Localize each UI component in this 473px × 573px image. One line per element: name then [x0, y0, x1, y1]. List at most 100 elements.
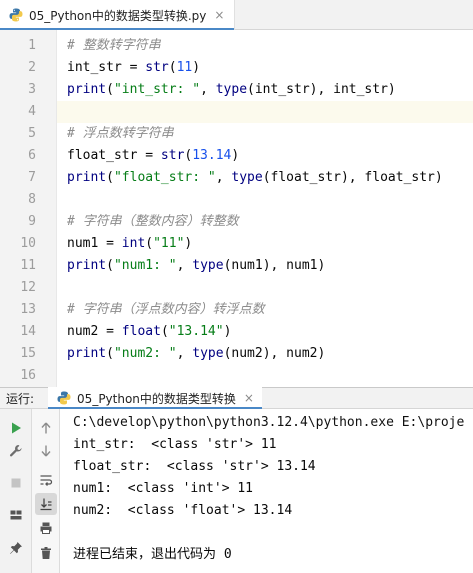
soft-wrap-icon[interactable]: [35, 469, 57, 491]
code-token: num1 =: [67, 236, 122, 251]
python-file-icon: [8, 7, 24, 23]
code-line-text: # 字符串（整数内容）转整数: [67, 211, 239, 233]
console-command-line: C:\develop\python\python3.12.4\python.ex…: [73, 415, 465, 430]
code-token: ): [184, 236, 193, 251]
code-token: ,: [176, 258, 193, 273]
line-number: 5: [28, 126, 36, 141]
code-line-text: float_str = str(13.14): [67, 145, 239, 167]
wrench-icon[interactable]: [5, 440, 27, 462]
code-token: # 字符串（浮点数内容）转浮点数: [67, 302, 265, 317]
code-line[interactable]: 6 float_str = str(13.14): [28, 145, 473, 167]
code-line[interactable]: 8: [28, 189, 473, 211]
code-editor[interactable]: 1 # 整数转字符串 2 int_str = str(11) 3 print("int_s…: [0, 30, 473, 387]
code-token: "11": [153, 236, 185, 251]
code-token: float: [121, 324, 161, 339]
code-line[interactable]: 9 # 字符串（整数内容）转整数: [28, 211, 473, 233]
code-token: 13.14: [192, 148, 232, 163]
code-token: str: [160, 148, 185, 163]
line-number: 2: [28, 60, 36, 75]
run-config-tab[interactable]: 05_Python中的数据类型转换 ×: [48, 387, 262, 410]
line-number: 1: [28, 38, 36, 53]
code-token: (num2), num2): [223, 346, 326, 361]
code-token: # 整数转字符串: [67, 38, 161, 53]
code-token: ): [223, 324, 232, 339]
code-token: (: [106, 258, 114, 273]
scroll-down-icon[interactable]: [35, 440, 57, 462]
line-number: 7: [28, 170, 36, 185]
code-token: "int_str: ": [113, 82, 201, 97]
code-token: print: [67, 170, 107, 185]
code-line[interactable]: 15 print("num2: ", type(num2), num2): [20, 343, 473, 365]
code-line[interactable]: 13 # 字符串（浮点数内容）转浮点数: [20, 299, 473, 321]
code-line[interactable]: 10 num1 = int("11"): [20, 233, 473, 255]
line-number: 3: [28, 82, 36, 97]
code-line[interactable]: 2 int_str = str(11): [28, 57, 473, 79]
code-token: int: [121, 236, 146, 251]
code-token: "float_str: ": [113, 170, 216, 185]
code-line-text: print("num1: ", type(num1), num1): [67, 255, 325, 277]
code-area[interactable]: 1 # 整数转字符串 2 int_str = str(11) 3 print("int_s…: [20, 30, 473, 387]
code-token: ,: [200, 82, 216, 97]
editor-tab-bar: 05_Python中的数据类型转换.py ×: [0, 0, 473, 31]
code-token: print: [67, 258, 107, 273]
code-line[interactable]: 4: [28, 101, 473, 123]
code-token: "13.14": [168, 324, 224, 339]
line-number: 15: [20, 346, 36, 361]
editor-tab[interactable]: 05_Python中的数据类型转换.py ×: [0, 0, 236, 31]
run-console[interactable]: C:\develop\python\python3.12.4\python.ex…: [60, 409, 473, 573]
code-token: ,: [176, 346, 193, 361]
code-token: float_str =: [67, 148, 161, 163]
code-line[interactable]: 11 print("num1: ", type(num1), num1): [20, 255, 473, 277]
code-line[interactable]: 16: [20, 365, 473, 387]
run-toolbar: [0, 409, 32, 573]
console-output-line: num2: <class 'float'> 13.14: [73, 503, 293, 518]
code-line-text: # 浮点数转字符串: [67, 123, 174, 145]
stop-icon[interactable]: [5, 472, 27, 494]
close-icon[interactable]: ×: [244, 391, 254, 405]
code-token: (: [160, 324, 169, 339]
code-token: (: [106, 170, 114, 185]
code-line[interactable]: 3 print("int_str: ", type(int_str), int_s…: [28, 79, 473, 101]
console-exit-message: 进程已结束，退出代码为 0: [73, 547, 232, 562]
console-output-line: int_str: <class 'str'> 11: [73, 437, 277, 452]
code-token: int_str =: [67, 60, 146, 75]
print-icon[interactable]: [35, 517, 57, 539]
code-token: (: [106, 82, 114, 97]
console-toolbar: [32, 409, 60, 573]
code-token: num2 =: [67, 324, 122, 339]
code-token: print: [67, 346, 107, 361]
code-line-text: num1 = int("11"): [67, 233, 192, 255]
run-panel-title: 运行:: [6, 391, 35, 406]
code-line[interactable]: 5 # 浮点数转字符串: [28, 123, 473, 145]
layout-icon[interactable]: [5, 504, 27, 526]
code-token: ): [231, 148, 240, 163]
line-number: 4: [28, 104, 36, 119]
code-line[interactable]: 12: [20, 277, 473, 299]
pin-icon[interactable]: [5, 537, 27, 559]
code-line[interactable]: 1 # 整数转字符串: [28, 35, 473, 57]
code-line-text: # 字符串（浮点数内容）转浮点数: [67, 299, 265, 321]
line-number: 12: [20, 280, 36, 295]
scroll-up-icon[interactable]: [35, 417, 57, 439]
scroll-to-end-icon[interactable]: [35, 493, 57, 515]
code-token: ): [192, 60, 201, 75]
line-number: 16: [20, 368, 36, 383]
code-token: (float_str), float_str): [262, 170, 443, 185]
code-token: type: [192, 346, 224, 361]
console-output-line: float_str: <class 'str'> 13.14: [73, 459, 316, 474]
code-token: (: [168, 60, 177, 75]
close-icon[interactable]: ×: [214, 8, 224, 22]
code-line-text: print("float_str: ", type(float_str), fl…: [67, 167, 443, 189]
code-line-text: # 整数转字符串: [67, 35, 161, 57]
code-line[interactable]: 14 num2 = float("13.14"): [20, 321, 473, 343]
code-token: # 浮点数转字符串: [67, 126, 174, 141]
rerun-icon[interactable]: [5, 417, 27, 439]
code-token: (: [145, 236, 154, 251]
editor-tab-label: 05_Python中的数据类型转换.py: [29, 8, 207, 23]
line-number: 6: [28, 148, 36, 163]
code-line[interactable]: 7 print("float_str: ", type(float_str), f…: [28, 167, 473, 189]
console-output-line: num1: <class 'int'> 11: [73, 481, 254, 496]
trash-icon[interactable]: [35, 542, 57, 564]
line-number: 9: [28, 214, 36, 229]
code-line-text: num2 = float("13.14"): [67, 321, 231, 343]
